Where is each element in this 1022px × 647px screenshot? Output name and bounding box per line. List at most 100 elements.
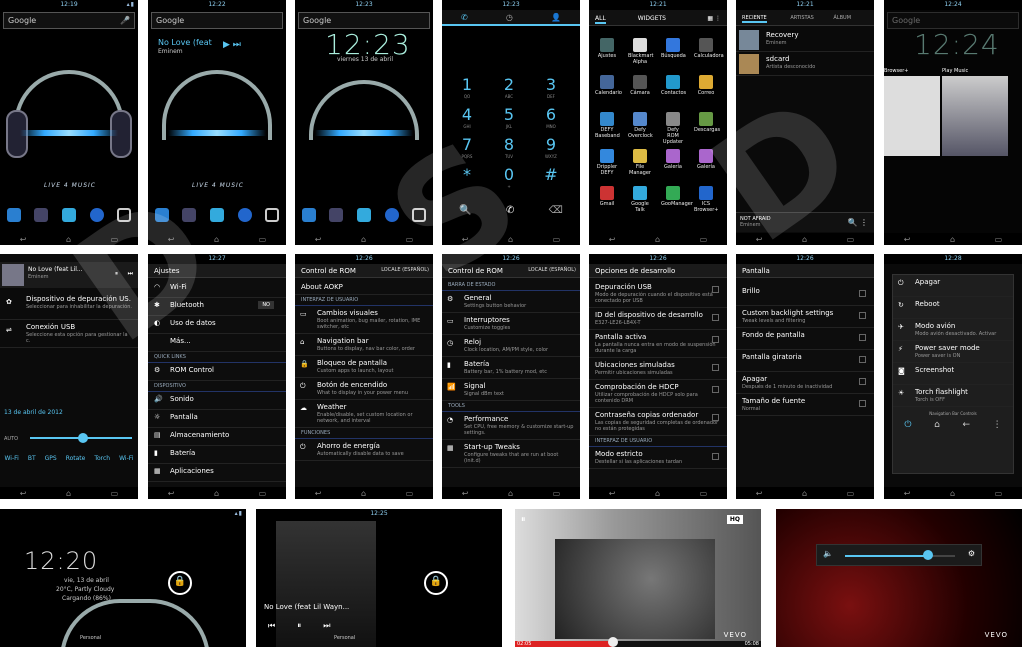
- dial-key[interactable]: 4 GHI: [452, 105, 482, 129]
- dial-key[interactable]: 3 DEF: [536, 75, 566, 99]
- app-icon[interactable]: Defy Overclock: [628, 112, 653, 139]
- checkbox[interactable]: [859, 334, 866, 341]
- settings-item[interactable]: Brillo: [736, 284, 874, 306]
- browser-icon[interactable]: [237, 208, 252, 222]
- settings-item[interactable]: ✈ Modo avión Modo avión desactivado. Activ…: [893, 319, 1013, 341]
- messaging-icon[interactable]: [356, 208, 371, 222]
- bluetooth-toggle[interactable]: NO: [258, 301, 274, 309]
- checkbox[interactable]: [859, 378, 866, 385]
- dial-key[interactable]: 2 ABC: [494, 75, 524, 99]
- settings-item[interactable]: ↻ Reboot: [893, 297, 1013, 319]
- back-icon[interactable]: ↩: [168, 489, 175, 498]
- pause-icon[interactable]: ⏸: [521, 515, 526, 525]
- settings-item[interactable]: ID del dispositivo de desarrollo E327-LE2…: [589, 308, 727, 330]
- dial-key[interactable]: 9 WXYZ: [536, 135, 566, 159]
- phone-icon[interactable]: [154, 208, 169, 222]
- home-icon[interactable]: ⌂: [934, 420, 940, 430]
- settings-item[interactable]: ▤ Almacenamiento: [148, 428, 286, 446]
- recents-icon[interactable]: ▭: [553, 489, 561, 498]
- recents-icon[interactable]: ▭: [111, 235, 119, 244]
- app-icon[interactable]: Google Talk: [628, 186, 652, 213]
- home-icon[interactable]: ⌂: [802, 489, 807, 498]
- back-icon[interactable]: ↩: [904, 489, 911, 498]
- usb-debug-notification[interactable]: ✿ Dispositivo de depuración US. Selecciona…: [0, 292, 138, 320]
- settings-item[interactable]: ◙ Screenshot: [893, 363, 1013, 385]
- settings-item[interactable]: ⌂ Navigation bar Buttons to display, nav b…: [295, 334, 433, 356]
- apps-icon[interactable]: [265, 208, 280, 222]
- settings-item[interactable]: ◷ Reloj Clock location, AM/PM style, color: [442, 335, 580, 357]
- call-icon[interactable]: ✆: [506, 205, 514, 216]
- search-icon[interactable]: 🔍: [459, 205, 471, 216]
- quick-toggle[interactable]: Wi-Fi: [119, 455, 133, 462]
- home-icon[interactable]: ⌂: [950, 235, 955, 244]
- power-icon[interactable]: ⏻: [904, 420, 911, 430]
- home-icon[interactable]: ⌂: [508, 489, 513, 498]
- pause-icon[interactable]: ⏸: [297, 621, 301, 631]
- tab-widgets[interactable]: WIDGETS: [638, 15, 666, 22]
- home-icon[interactable]: ⌂: [655, 489, 660, 498]
- dial-key[interactable]: 1 QO: [452, 75, 482, 99]
- dial-key[interactable]: 7 PQRS: [452, 135, 482, 159]
- contacts-icon[interactable]: [34, 208, 49, 222]
- quick-toggle[interactable]: BT: [28, 455, 36, 462]
- app-icon[interactable]: Defy ROM Updater: [661, 112, 685, 145]
- locale-label[interactable]: LOCALE (ESPAÑOL): [528, 267, 576, 273]
- recents-icon[interactable]: ▭: [847, 489, 855, 498]
- home-icon[interactable]: ⌂: [214, 235, 219, 244]
- messaging-icon[interactable]: [209, 208, 224, 222]
- app-icon[interactable]: Ajustes: [595, 38, 619, 59]
- delete-icon[interactable]: ⌫: [549, 205, 563, 216]
- app-icon[interactable]: Calculadora: [694, 38, 724, 59]
- recents-icon[interactable]: ▭: [406, 235, 414, 244]
- app-icon[interactable]: Gmail: [595, 186, 619, 207]
- back-icon[interactable]: ↩: [168, 235, 175, 244]
- phone-tab-icon[interactable]: ✆: [461, 13, 468, 24]
- settings-item[interactable]: ⏻ Botón de encendido What to display in yo…: [295, 378, 433, 400]
- browser-icon[interactable]: [89, 208, 104, 222]
- home-icon[interactable]: ⌂: [214, 489, 219, 498]
- checkbox[interactable]: [712, 364, 719, 371]
- settings-item[interactable]: ⏻ Ahorro de energía Automatically disable …: [295, 439, 433, 461]
- phone-icon[interactable]: [6, 208, 21, 222]
- settings-item[interactable]: Pantalla activa La pantalla nunca entra e…: [589, 330, 727, 358]
- recents-icon[interactable]: ▭: [406, 489, 414, 498]
- home-icon[interactable]: ⌂: [508, 235, 513, 244]
- dial-key[interactable]: *: [452, 165, 482, 184]
- checkbox[interactable]: [712, 286, 719, 293]
- settings-item[interactable]: ⏻ Apagar: [893, 275, 1013, 297]
- usb-notification[interactable]: ⇌ Conexión USB Seleccione esta opción para…: [0, 320, 138, 348]
- tab-all[interactable]: ALL: [595, 15, 606, 24]
- settings-icon[interactable]: ⚙: [968, 549, 975, 558]
- browser-thumbnail[interactable]: [884, 76, 940, 156]
- settings-item[interactable]: Depuración USB Modo de depuración cuando …: [589, 280, 727, 308]
- settings-item[interactable]: ▭ Interruptores Customize toggles: [442, 313, 580, 335]
- settings-item[interactable]: Más...: [148, 334, 286, 352]
- next-icon[interactable]: ⏭: [323, 621, 330, 631]
- about-aokp[interactable]: About AOKP: [295, 280, 433, 295]
- menu-icon[interactable]: ⋮: [993, 420, 1002, 430]
- pause-icon[interactable]: ⏸: [115, 270, 118, 278]
- home-icon[interactable]: ⌂: [66, 235, 71, 244]
- app-icon[interactable]: ICS Browser+: [694, 186, 718, 213]
- settings-item[interactable]: Tamaño de fuente Normal: [736, 394, 874, 416]
- home-icon[interactable]: ⌂: [361, 235, 366, 244]
- settings-item[interactable]: 📶 Signal Signal dBm text: [442, 379, 580, 401]
- recents-icon[interactable]: ▭: [995, 489, 1003, 498]
- recents-icon[interactable]: ▭: [553, 235, 561, 244]
- checkbox[interactable]: [712, 314, 719, 321]
- google-search-bar[interactable]: Google: [151, 12, 283, 29]
- back-icon[interactable]: ↩: [462, 235, 469, 244]
- search-icon[interactable]: 🔍 ⋮: [847, 218, 868, 227]
- settings-item[interactable]: Modo estricto Destellar si las aplicacion…: [589, 447, 727, 469]
- now-playing-bar[interactable]: NOT AFRAID Eminem 🔍 ⋮: [736, 212, 874, 232]
- settings-item[interactable]: Custom backlight settings Tweak levels an…: [736, 306, 874, 328]
- app-icon[interactable]: Blackmart Alpha: [628, 38, 653, 65]
- tab-album[interactable]: ÁLBUM: [833, 15, 851, 21]
- settings-item[interactable]: Contraseña copias ordenador Las copias de…: [589, 408, 727, 436]
- quick-toggle[interactable]: Wi-Fi: [5, 455, 19, 462]
- settings-item[interactable]: ⚡ Power saver mode Power saver is ON: [893, 341, 1013, 363]
- recents-icon[interactable]: ▭: [995, 235, 1003, 244]
- back-icon[interactable]: ↩: [20, 489, 27, 498]
- back-icon[interactable]: ↩: [315, 235, 322, 244]
- back-icon[interactable]: ↩: [462, 489, 469, 498]
